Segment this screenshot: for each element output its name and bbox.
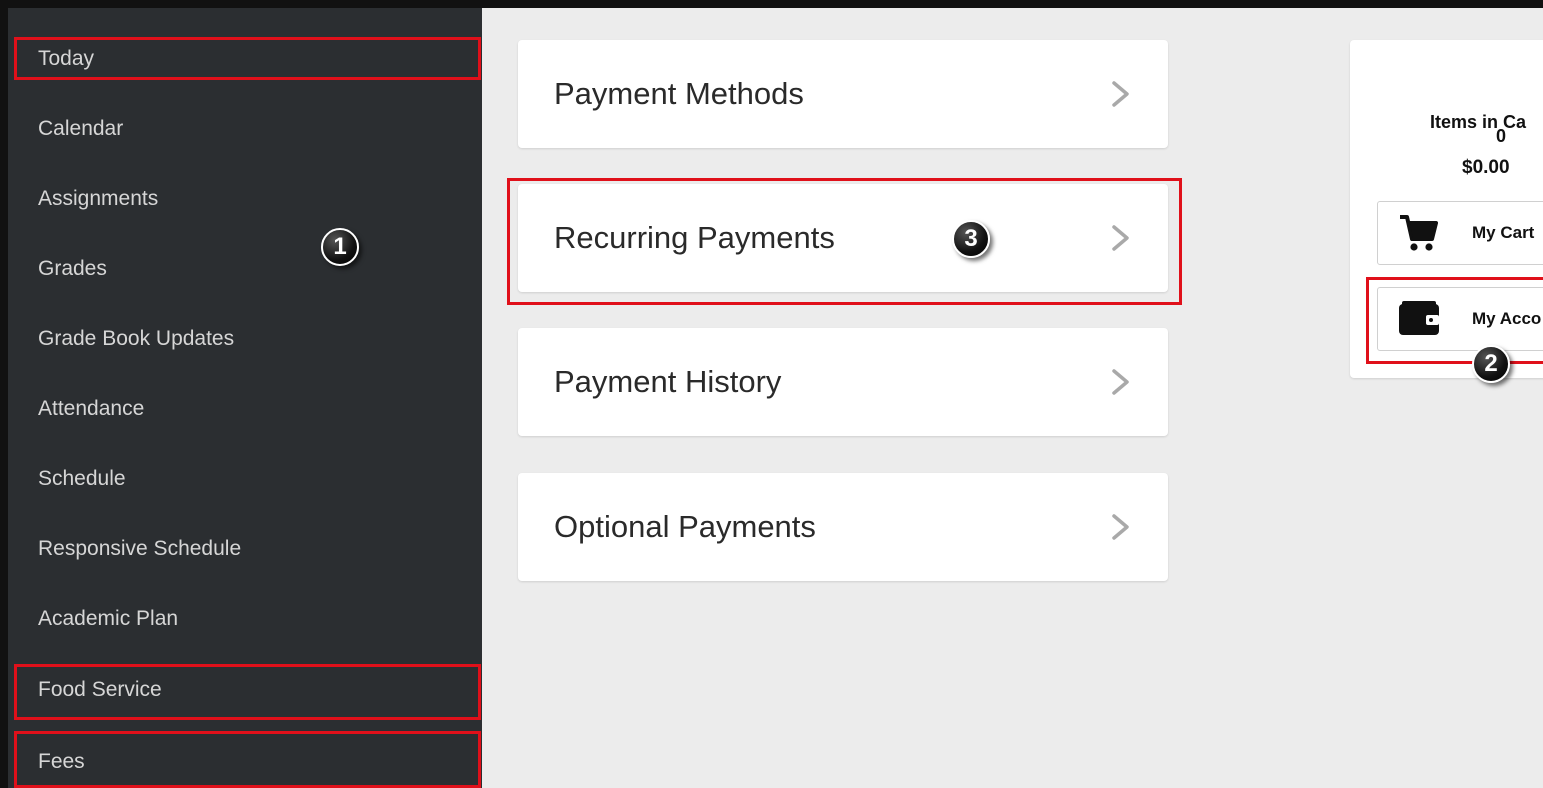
chevron-right-icon [1112, 225, 1129, 251]
sidebar-item-assignments[interactable]: Assignments [38, 187, 158, 211]
wallet-icon [1399, 301, 1439, 335]
cart-items-label: Items in Ca [1430, 112, 1527, 132]
chevron-right-icon [1112, 514, 1129, 540]
sidebar-item-label: Responsive Schedule [38, 537, 242, 560]
sidebar-nav: Today Calendar Assignments Grades Grade … [0, 0, 482, 788]
optional-payments-card[interactable]: Optional Payments [518, 473, 1168, 581]
sidebar-item-label: Calendar [38, 117, 124, 140]
sidebar-item-label: Attendance [38, 397, 145, 420]
sidebar-item-today[interactable]: Today [38, 47, 94, 71]
step-badge-2: 2 [1472, 345, 1510, 383]
step-badge-1: 1 [321, 228, 359, 266]
shopping-cart-icon [1400, 215, 1438, 251]
sidebar-item-responsive-schedule[interactable]: Responsive Schedule [38, 537, 241, 561]
sidebar-item-schedule[interactable]: Schedule [38, 467, 126, 491]
payment-history-card[interactable]: Payment History [518, 328, 1168, 436]
card-label: Payment History [554, 364, 782, 399]
sidebar-item-label: Food Service [38, 678, 162, 701]
cart-total: $0.00 [1462, 157, 1510, 178]
payment-methods-card[interactable]: Payment Methods [518, 40, 1168, 148]
sidebar-item-label: Fees [38, 750, 85, 773]
my-cart-label: My Cart [1472, 223, 1535, 242]
sidebar-item-academic-plan[interactable]: Academic Plan [38, 607, 178, 631]
sidebar-item-label: Academic Plan [38, 607, 179, 630]
card-label: Optional Payments [554, 509, 816, 544]
recurring-payments-card[interactable]: Recurring Payments [518, 184, 1168, 292]
card-label: Recurring Payments [554, 220, 835, 255]
card-label: Payment Methods [554, 76, 804, 111]
sidebar-item-grade-book-updates[interactable]: Grade Book Updates [38, 327, 234, 351]
sidebar-item-label: Schedule [38, 467, 126, 490]
sidebar-item-label: Grades [38, 257, 107, 280]
chevron-right-icon [1112, 369, 1129, 395]
chevron-right-icon [1112, 81, 1129, 107]
sidebar-item-label: Assignments [38, 187, 159, 210]
my-account-button[interactable]: My Acco [1377, 287, 1543, 351]
window-top-border [0, 0, 1543, 8]
sidebar-item-label: Grade Book Updates [38, 327, 235, 350]
sidebar-item-food-service[interactable]: Food Service [38, 678, 162, 702]
my-cart-button[interactable]: My Cart [1377, 201, 1543, 265]
step-badge-3: 3 [952, 220, 990, 258]
sidebar-item-label: Today [38, 47, 95, 70]
sidebar-item-attendance[interactable]: Attendance [38, 397, 144, 421]
sidebar-item-fees[interactable]: Fees [38, 750, 85, 774]
my-account-label: My Acco [1472, 309, 1542, 328]
sidebar-item-calendar[interactable]: Calendar [38, 117, 123, 141]
sidebar-item-grades[interactable]: Grades [38, 257, 107, 281]
